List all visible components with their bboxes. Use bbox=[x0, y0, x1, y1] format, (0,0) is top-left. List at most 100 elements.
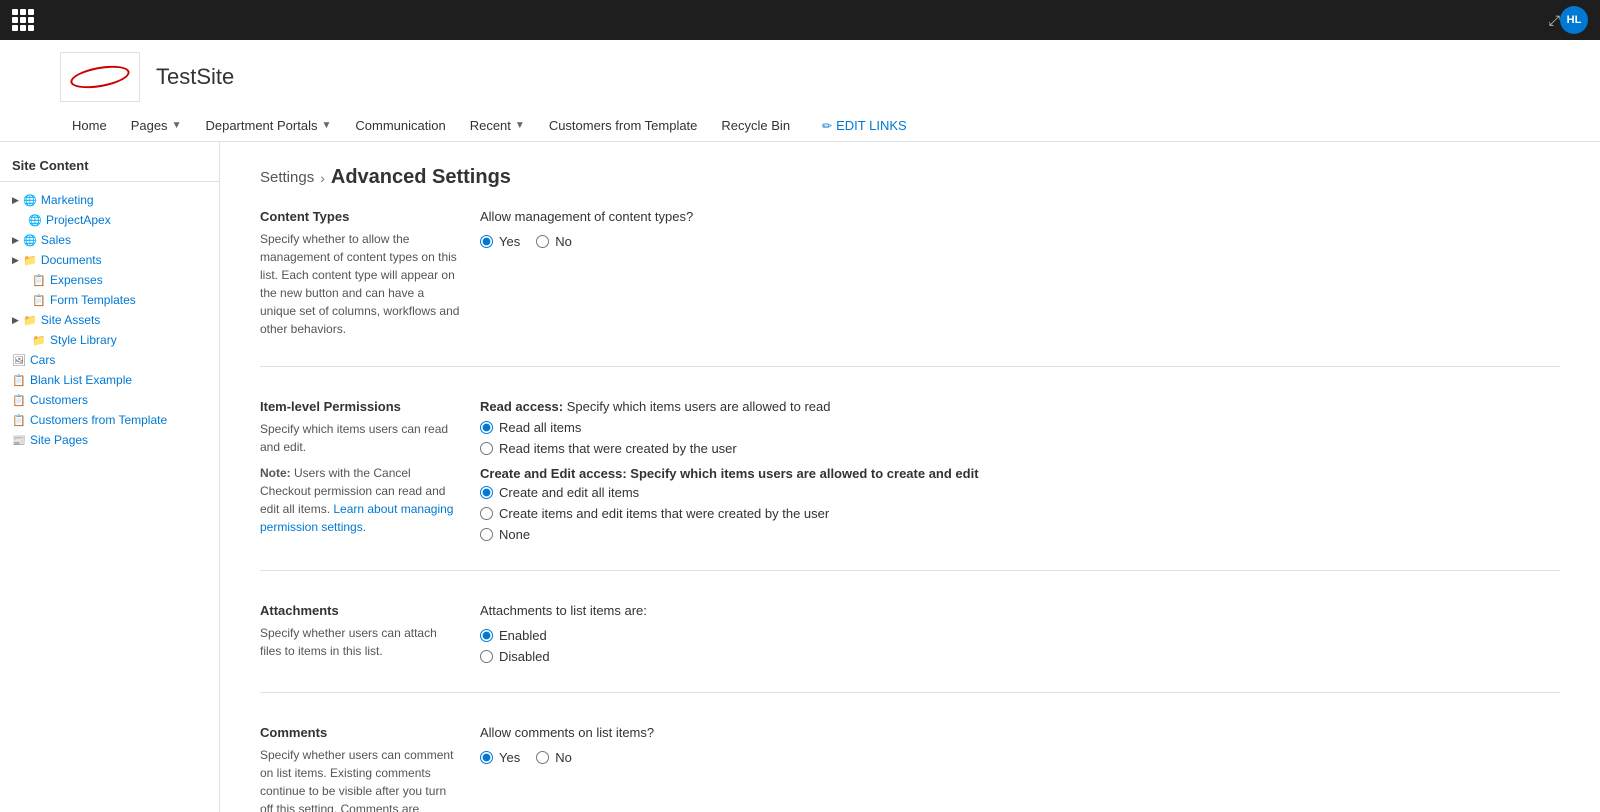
main-layout: Site Content ▶ 🌐 Marketing 🌐 ProjectApex… bbox=[0, 142, 1600, 812]
nav-communication[interactable]: Communication bbox=[343, 110, 457, 141]
attachments-disabled-radio[interactable] bbox=[480, 650, 493, 663]
chevron-down-icon: ▼ bbox=[515, 120, 525, 131]
folder-icon: 🌐 bbox=[23, 233, 37, 247]
attachments-enabled-option[interactable]: Enabled bbox=[480, 628, 1560, 643]
comments-question: Allow comments on list items? bbox=[480, 725, 1560, 740]
read-access-radio-group: Read all items Read items that were crea… bbox=[480, 420, 1560, 456]
folder-icon: 📁 bbox=[23, 253, 37, 267]
attachments-desc: Specify whether users can attach files t… bbox=[260, 624, 460, 660]
site-title: TestSite bbox=[156, 64, 234, 90]
item-permissions-left: Item-level Permissions Specify which ite… bbox=[260, 399, 480, 542]
folder-icon: 📁 bbox=[32, 333, 46, 347]
list-icon: 📋 bbox=[12, 393, 26, 407]
nav-home[interactable]: Home bbox=[60, 110, 119, 141]
attachments-section: Attachments Specify whether users can at… bbox=[260, 603, 1560, 693]
expand-arrow-icon: ▶ bbox=[12, 315, 19, 326]
comments-yes-radio[interactable] bbox=[480, 751, 493, 764]
item-permissions-note: Note: Users with the Cancel Checkout per… bbox=[260, 464, 460, 536]
create-edit-none-option[interactable]: None bbox=[480, 527, 1560, 542]
folder-icon: 📁 bbox=[23, 313, 37, 327]
sidebar-item-customers[interactable]: 📋 Customers bbox=[0, 390, 219, 410]
sidebar-item-cars[interactable]: 🖼 Cars bbox=[0, 350, 219, 370]
item-permissions-title: Item-level Permissions bbox=[260, 399, 460, 414]
folder-icon: 🌐 bbox=[23, 193, 37, 207]
nav-pages[interactable]: Pages ▼ bbox=[119, 110, 194, 141]
list-icon: 📋 bbox=[32, 293, 46, 307]
site-header: TestSite Home Pages ▼ Department Portals… bbox=[0, 40, 1600, 142]
permissions-link[interactable]: Learn about managing permission settings… bbox=[260, 502, 453, 534]
nav-recent[interactable]: Recent ▼ bbox=[458, 110, 537, 141]
attachments-radio-group: Enabled Disabled bbox=[480, 628, 1560, 664]
content-types-no-option[interactable]: No bbox=[536, 234, 572, 249]
attachments-left: Attachments Specify whether users can at… bbox=[260, 603, 480, 664]
pencil-icon: ✏ bbox=[822, 119, 832, 133]
comments-no-option[interactable]: No bbox=[536, 750, 572, 765]
item-permissions-section: Item-level Permissions Specify which ite… bbox=[260, 399, 1560, 571]
list-icon: 🖼 bbox=[12, 353, 26, 367]
folder-icon: 🌐 bbox=[28, 213, 42, 227]
read-created-by-user-option[interactable]: Read items that were created by the user bbox=[480, 441, 1560, 456]
nav-recycle-bin[interactable]: Recycle Bin bbox=[709, 110, 802, 141]
comments-desc: Specify whether users can comment on lis… bbox=[260, 746, 460, 812]
nav-edit-links[interactable]: ✏ EDIT LINKS bbox=[810, 110, 919, 141]
attachments-disabled-option[interactable]: Disabled bbox=[480, 649, 1560, 664]
user-avatar[interactable]: HL bbox=[1560, 6, 1588, 34]
site-logo bbox=[60, 52, 140, 102]
sidebar-item-site-pages[interactable]: 📰 Site Pages bbox=[0, 430, 219, 450]
site-header-top: TestSite bbox=[60, 40, 1540, 110]
create-edit-all-option[interactable]: Create and edit all items bbox=[480, 485, 1560, 500]
top-bar: ⤢ HL bbox=[0, 0, 1600, 40]
breadcrumb: Settings › Advanced Settings bbox=[260, 166, 1560, 189]
nav-bar: Home Pages ▼ Department Portals ▼ Commun… bbox=[60, 110, 1540, 141]
comments-section: Comments Specify whether users can comme… bbox=[260, 725, 1560, 812]
sidebar-item-projectapex[interactable]: 🌐 ProjectApex bbox=[0, 210, 219, 230]
sidebar-item-blank-list[interactable]: 📋 Blank List Example bbox=[0, 370, 219, 390]
expand-arrow-icon: ▶ bbox=[12, 255, 19, 266]
content-types-radio-group: Yes No bbox=[480, 234, 1560, 249]
expand-arrow-icon: ▶ bbox=[12, 235, 19, 246]
nav-customers-template[interactable]: Customers from Template bbox=[537, 110, 710, 141]
breadcrumb-current: Advanced Settings bbox=[331, 166, 511, 189]
sidebar-item-style-library[interactable]: 📁 Style Library bbox=[20, 330, 219, 350]
comments-right: Allow comments on list items? Yes No bbox=[480, 725, 1560, 812]
read-created-by-user-radio[interactable] bbox=[480, 442, 493, 455]
content-types-right: Allow management of content types? Yes N… bbox=[480, 209, 1560, 338]
breadcrumb-parent[interactable]: Settings bbox=[260, 169, 314, 186]
sidebar-item-site-assets[interactable]: ▶ 📁 Site Assets bbox=[0, 310, 219, 330]
create-edit-own-radio[interactable] bbox=[480, 507, 493, 520]
sidebar-item-marketing[interactable]: ▶ 🌐 Marketing bbox=[0, 190, 219, 210]
comments-yes-option[interactable]: Yes bbox=[480, 750, 520, 765]
chevron-down-icon: ▼ bbox=[172, 120, 182, 131]
sidebar-item-sales[interactable]: ▶ 🌐 Sales bbox=[0, 230, 219, 250]
create-edit-own-option[interactable]: Create items and edit items that were cr… bbox=[480, 506, 1560, 521]
attachments-title: Attachments bbox=[260, 603, 460, 618]
comments-radio-group: Yes No bbox=[480, 750, 1560, 765]
logo-shape bbox=[69, 62, 132, 92]
waffle-icon[interactable] bbox=[12, 9, 34, 31]
chevron-down-icon: ▼ bbox=[321, 120, 331, 131]
read-all-option[interactable]: Read all items bbox=[480, 420, 1560, 435]
comments-title: Comments bbox=[260, 725, 460, 740]
read-all-radio[interactable] bbox=[480, 421, 493, 434]
attachments-enabled-radio[interactable] bbox=[480, 629, 493, 642]
comments-left: Comments Specify whether users can comme… bbox=[260, 725, 480, 812]
create-edit-none-radio[interactable] bbox=[480, 528, 493, 541]
content-types-yes-radio[interactable] bbox=[480, 235, 493, 248]
sidebar-item-expenses[interactable]: 📋 Expenses bbox=[20, 270, 219, 290]
create-edit-all-radio[interactable] bbox=[480, 486, 493, 499]
list-icon: 📋 bbox=[32, 273, 46, 287]
content-types-no-radio[interactable] bbox=[536, 235, 549, 248]
comments-no-radio[interactable] bbox=[536, 751, 549, 764]
sidebar-item-documents[interactable]: ▶ 📁 Documents bbox=[0, 250, 219, 270]
sidebar-item-customers-template[interactable]: 📋 Customers from Template bbox=[0, 410, 219, 430]
create-edit-radio-group: Create and edit all items Create items a… bbox=[480, 485, 1560, 542]
list-icon: 📋 bbox=[12, 413, 26, 427]
nav-dept-portals[interactable]: Department Portals ▼ bbox=[193, 110, 343, 141]
item-permissions-right: Read access: Specify which items users a… bbox=[480, 399, 1560, 542]
sidebar: Site Content ▶ 🌐 Marketing 🌐 ProjectApex… bbox=[0, 142, 220, 812]
content-types-yes-option[interactable]: Yes bbox=[480, 234, 520, 249]
sidebar-item-form-templates[interactable]: 📋 Form Templates bbox=[20, 290, 219, 310]
top-bar-left bbox=[12, 9, 34, 31]
pages-icon: 📰 bbox=[12, 433, 26, 447]
expand-icon[interactable]: ⤢ bbox=[1549, 12, 1560, 29]
